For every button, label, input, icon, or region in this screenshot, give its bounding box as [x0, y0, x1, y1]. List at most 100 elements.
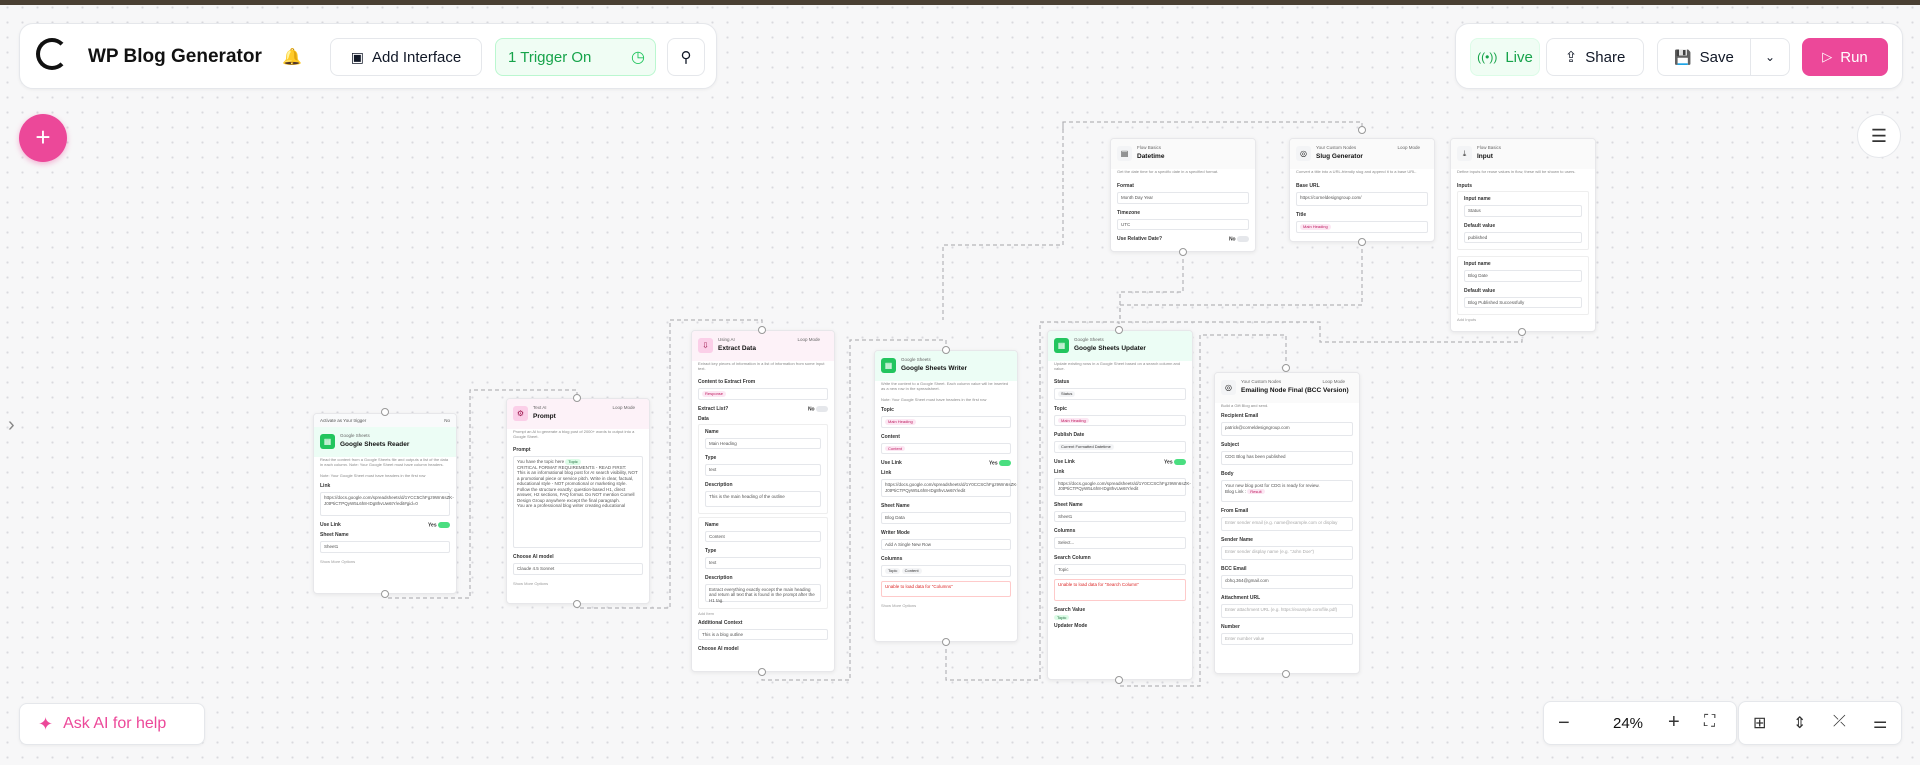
save-button[interactable]: 💾 Save — [1657, 38, 1751, 76]
sheet-select[interactable]: Sheet1 — [320, 541, 450, 553]
live-badge[interactable]: ((•)) Live — [1470, 38, 1540, 76]
number-field[interactable]: Enter number value — [1221, 633, 1353, 645]
port-prompt-out[interactable] — [573, 600, 581, 608]
attachment-field[interactable]: Enter attachment URL (e.g. https://examp… — [1221, 604, 1353, 618]
expand-icon[interactable]: ⇕ — [1793, 713, 1806, 733]
columns-select[interactable]: Topic Content — [881, 565, 1011, 577]
port-datetime-out[interactable] — [1179, 248, 1187, 256]
search-column-select[interactable]: Topic — [1054, 563, 1186, 576]
zoom-in-button[interactable]: + — [1668, 711, 1680, 734]
zoom-out-button[interactable]: − — [1558, 712, 1570, 735]
node-google-sheets-updater[interactable]: ▦ Google Sheets Google Sheets Updater Up… — [1047, 330, 1193, 680]
port-updater-in[interactable] — [1115, 326, 1123, 334]
port-updater-out[interactable] — [1115, 676, 1123, 684]
add-node-button[interactable]: + — [19, 114, 67, 162]
body-field[interactable]: Your new blog post for CDG is ready for … — [1221, 480, 1353, 502]
bcc-field[interactable]: cbhq.364@gmail.com — [1221, 575, 1353, 589]
default-value-field[interactable]: published — [1464, 231, 1582, 243]
sidebar-toggle-icon[interactable]: › — [8, 414, 15, 437]
sheet-select[interactable]: Sheet1 — [1054, 510, 1186, 523]
loop-mode-label[interactable]: Loop Mode — [1322, 379, 1345, 384]
node-emailing[interactable]: ◎ Your Custom Nodes Emailing Node Final … — [1214, 372, 1360, 674]
settings-sliders-icon[interactable]: ⚌ — [1873, 713, 1887, 733]
node-extract-data[interactable]: ⇩ Using AI Extract Data Loop Mode Extrac… — [691, 330, 835, 672]
name-field[interactable]: Main Heading — [705, 437, 821, 450]
show-more-options[interactable]: Show More Options — [507, 579, 649, 588]
loop-mode-label[interactable]: Loop Mode — [1397, 145, 1420, 150]
writer-mode-select[interactable]: Add A Single New Row — [881, 538, 1011, 551]
use-link-toggle[interactable] — [1174, 458, 1186, 465]
sender-name-field[interactable]: Enter sender display name (e.g. "John Do… — [1221, 546, 1353, 560]
description-field[interactable]: Extract everything exactly except the ma… — [705, 583, 821, 603]
relative-date-value[interactable]: No — [1229, 236, 1249, 242]
port-email-out[interactable] — [1282, 670, 1290, 678]
name-field[interactable]: Content — [705, 530, 821, 543]
node-google-sheets-reader[interactable]: Activate as Your trigger No ▦ Google She… — [313, 413, 457, 594]
topic-field[interactable]: Main Heading — [1054, 414, 1186, 426]
use-link-value[interactable]: Yes — [1164, 458, 1186, 465]
prompt-field[interactable]: You have the topic here Topic CRITICAL F… — [513, 456, 643, 548]
content-field[interactable]: Content — [881, 442, 1011, 454]
format-select[interactable]: Month Day Year — [1117, 192, 1249, 204]
port-slug-out[interactable] — [1358, 238, 1366, 246]
add-interface-button[interactable]: ▣ Add Interface — [330, 38, 482, 76]
port-input-out[interactable] — [1518, 328, 1526, 336]
use-link-value[interactable]: Yes — [989, 460, 1011, 466]
show-more-options[interactable]: Show More Options — [314, 557, 456, 566]
port-extract-in[interactable] — [758, 326, 766, 334]
relative-date-toggle[interactable] — [1237, 236, 1249, 242]
extract-list-toggle[interactable] — [816, 405, 828, 412]
save-dropdown-button[interactable]: ⌄ — [1750, 38, 1790, 76]
port-reader-out[interactable] — [381, 590, 389, 598]
loop-mode-label[interactable]: Loop Mode — [612, 405, 635, 410]
grid-icon[interactable]: ⊞ — [1753, 713, 1766, 733]
port-prompt-in[interactable] — [573, 394, 581, 402]
default-value-field[interactable]: Blog Published Successfully — [1464, 296, 1582, 308]
node-slug-generator[interactable]: ◎ Your Custom Nodes Slug Generator Loop … — [1289, 138, 1435, 242]
port-email-in[interactable] — [1282, 364, 1290, 372]
columns-select[interactable]: Select... — [1054, 537, 1186, 549]
title-field[interactable]: Main Heading — [1296, 221, 1428, 233]
node-prompt[interactable]: ⚙ Text AI Prompt Loop Mode Prompt an AI … — [506, 398, 650, 604]
node-google-sheets-writer[interactable]: ▦ Google Sheets Google Sheets Writer Wri… — [874, 350, 1018, 642]
link-field[interactable]: https://docs.google.com/spreadsheets/d/1… — [320, 492, 454, 516]
run-button[interactable]: ▷ Run — [1802, 38, 1888, 76]
outline-list-button[interactable]: ☰ — [1857, 114, 1901, 158]
description-field[interactable]: This is the main heading of the outline — [705, 490, 821, 507]
recipient-field[interactable]: patrick@corneldesigngroup.com — [1221, 422, 1353, 436]
bell-icon[interactable]: 🔔 — [282, 47, 302, 67]
link-field[interactable]: https://docs.google.com/spreadsheets/d/1… — [1054, 477, 1191, 496]
sheet-select[interactable]: Blog Data — [881, 512, 1011, 524]
from-email-field[interactable]: Enter sender email (e.g. name@example.co… — [1221, 517, 1353, 531]
share-button[interactable]: ⇪ Share — [1546, 38, 1644, 76]
add-inputs-button[interactable]: Add Inputs — [1451, 315, 1595, 324]
port-writer-in[interactable] — [942, 346, 950, 354]
publish-date-field[interactable]: Current Formatted Datetime — [1054, 441, 1186, 453]
node-input[interactable]: ⤓ Flow Basics Input Define inputs for re… — [1450, 138, 1596, 332]
fit-view-icon[interactable]: ⛶ — [1704, 713, 1715, 731]
extract-list-value[interactable]: No — [808, 405, 828, 412]
port-extract-out[interactable] — [758, 668, 766, 676]
trigger-button[interactable]: 1 Trigger On ◷ — [495, 38, 656, 76]
link-field[interactable]: https://docs.google.com/spreadsheets/d/1… — [881, 479, 1017, 498]
use-link-toggle[interactable] — [438, 522, 450, 528]
base-url-field[interactable]: https://corneldesigngroup.com/ — [1296, 192, 1428, 206]
add-item-button[interactable]: Add Item — [692, 609, 834, 618]
webhook-button[interactable]: ⚲ — [667, 38, 705, 76]
timezone-select[interactable]: UTC — [1117, 218, 1249, 230]
subject-field[interactable]: CDG Blog has been published — [1221, 451, 1353, 465]
status-field[interactable]: Status — [1054, 388, 1186, 400]
type-select[interactable]: text — [705, 557, 821, 569]
input-name-field[interactable]: Blog Date — [1464, 270, 1582, 282]
zoom-level[interactable]: 24% — [1598, 715, 1658, 732]
topic-field[interactable]: Main Heading — [881, 416, 1011, 428]
node-datetime[interactable]: ▤ Flow Basics Datetime Get the date time… — [1110, 138, 1256, 252]
trigger-toggle-value[interactable]: No — [444, 418, 450, 423]
input-name-field[interactable]: Status — [1464, 205, 1582, 217]
context-field[interactable]: Response — [698, 388, 828, 400]
type-select[interactable]: text — [705, 464, 821, 476]
port-writer-out[interactable] — [942, 638, 950, 646]
loop-mode-label[interactable]: Loop Mode — [797, 337, 820, 342]
port-reader-in[interactable] — [381, 408, 389, 416]
model-select[interactable]: Claude 4.5 Sonnet — [513, 563, 643, 575]
